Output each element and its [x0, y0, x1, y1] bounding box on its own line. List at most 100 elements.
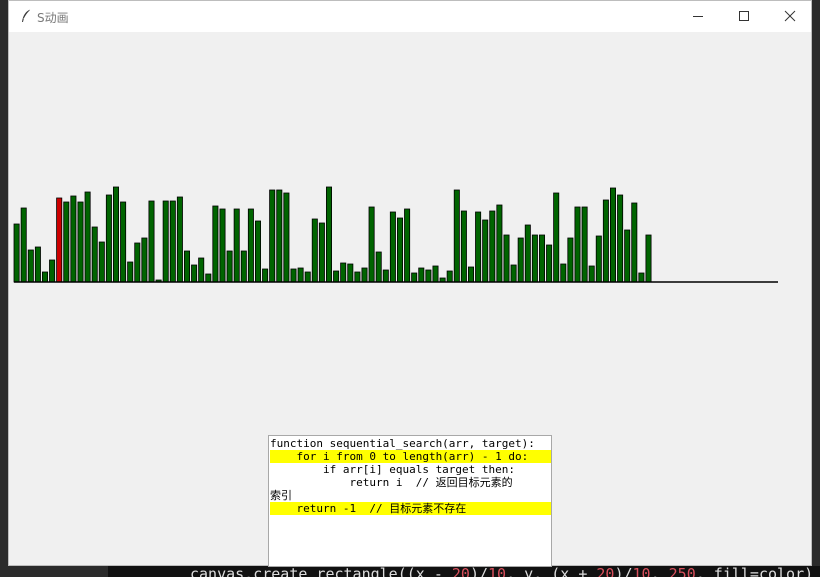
bar	[396, 217, 403, 283]
bar	[539, 234, 546, 283]
minimize-icon	[692, 7, 704, 26]
bar	[325, 186, 332, 283]
bar	[191, 264, 198, 283]
bar	[120, 201, 127, 283]
bar	[347, 263, 354, 283]
bar	[20, 207, 27, 283]
bar	[546, 244, 553, 283]
bar	[183, 250, 190, 283]
bar	[389, 211, 396, 283]
bar	[297, 267, 304, 283]
code-line: if arr[i] equals target then:	[270, 463, 516, 476]
close-button[interactable]	[767, 1, 813, 32]
bar	[70, 195, 77, 283]
bar	[141, 237, 148, 283]
bar	[134, 242, 141, 283]
bar	[432, 265, 439, 283]
bar	[340, 262, 347, 283]
bar	[269, 189, 276, 283]
bar	[553, 192, 560, 283]
bar	[42, 271, 49, 283]
bar	[148, 200, 155, 283]
bar	[318, 222, 325, 283]
bar-chart	[13, 186, 778, 283]
code-line: return i // 返回目标元素的	[270, 476, 513, 489]
bar	[361, 267, 368, 283]
code-line: function sequential_search(arr, target):	[270, 437, 535, 450]
bar	[176, 196, 183, 283]
bar	[368, 206, 375, 283]
bar	[247, 208, 254, 283]
bar	[581, 206, 588, 283]
bar	[425, 269, 432, 283]
bar	[588, 265, 595, 283]
bar	[574, 206, 581, 283]
bar	[105, 194, 112, 283]
bar	[219, 208, 226, 283]
code-line: 索引	[270, 489, 292, 502]
bar	[233, 208, 240, 283]
bar	[77, 201, 84, 283]
bar	[418, 267, 425, 283]
bar	[212, 205, 219, 283]
bar	[333, 270, 340, 283]
bar	[624, 229, 631, 283]
app-window: S动画 function sequential_search(arr, targ…	[8, 0, 812, 567]
bar	[638, 272, 645, 283]
bar	[198, 257, 205, 283]
bar	[460, 210, 467, 283]
bar	[453, 189, 460, 283]
bar	[254, 220, 261, 283]
bar	[354, 271, 361, 283]
title-bar[interactable]: S动画	[9, 1, 811, 32]
maximize-icon	[738, 7, 750, 26]
bar	[524, 224, 531, 283]
bar	[91, 226, 98, 283]
bar	[262, 268, 269, 283]
bar	[304, 271, 311, 283]
bar	[602, 199, 609, 283]
bar	[503, 234, 510, 283]
bar-active	[56, 197, 63, 283]
bar	[13, 223, 20, 283]
bar	[610, 187, 617, 283]
bar	[205, 273, 212, 283]
bar	[617, 194, 624, 283]
bar	[226, 250, 233, 283]
bar	[169, 200, 176, 283]
animation-canvas: function sequential_search(arr, target):…	[9, 32, 811, 567]
code-line-highlighted: for i from 0 to length(arr) - 1 do:	[270, 450, 551, 463]
bar	[482, 219, 489, 283]
bar	[517, 237, 524, 283]
bar	[496, 204, 503, 283]
bar	[404, 208, 411, 283]
maximize-button[interactable]	[721, 1, 767, 32]
bar	[311, 218, 318, 283]
bar	[446, 270, 453, 283]
background-code-line: canvas.create_rectangle((x - 20)/10, y, …	[190, 566, 814, 577]
code-line-highlighted: return -1 // 目标元素不存在	[270, 502, 551, 515]
bar	[34, 246, 41, 283]
window-title: S动画	[37, 11, 69, 25]
bar	[63, 201, 70, 283]
background-code-editor: canvas.create_rectangle((x - 20)/10, y, …	[108, 566, 820, 577]
bar	[49, 259, 56, 283]
bar	[382, 269, 389, 283]
bar	[375, 251, 382, 283]
minimize-button[interactable]	[675, 1, 721, 32]
bar	[127, 261, 134, 283]
feather-icon	[18, 8, 34, 24]
bar	[595, 235, 602, 283]
bar	[510, 264, 517, 283]
close-icon	[784, 7, 796, 26]
bar	[27, 249, 34, 283]
bar	[567, 237, 574, 283]
bar	[283, 192, 290, 283]
bar	[276, 189, 283, 283]
bar	[240, 250, 247, 283]
bar	[475, 211, 482, 283]
bar	[531, 234, 538, 283]
pseudocode-panel[interactable]: function sequential_search(arr, target):…	[268, 435, 552, 567]
bar	[631, 202, 638, 283]
bar	[84, 191, 91, 283]
